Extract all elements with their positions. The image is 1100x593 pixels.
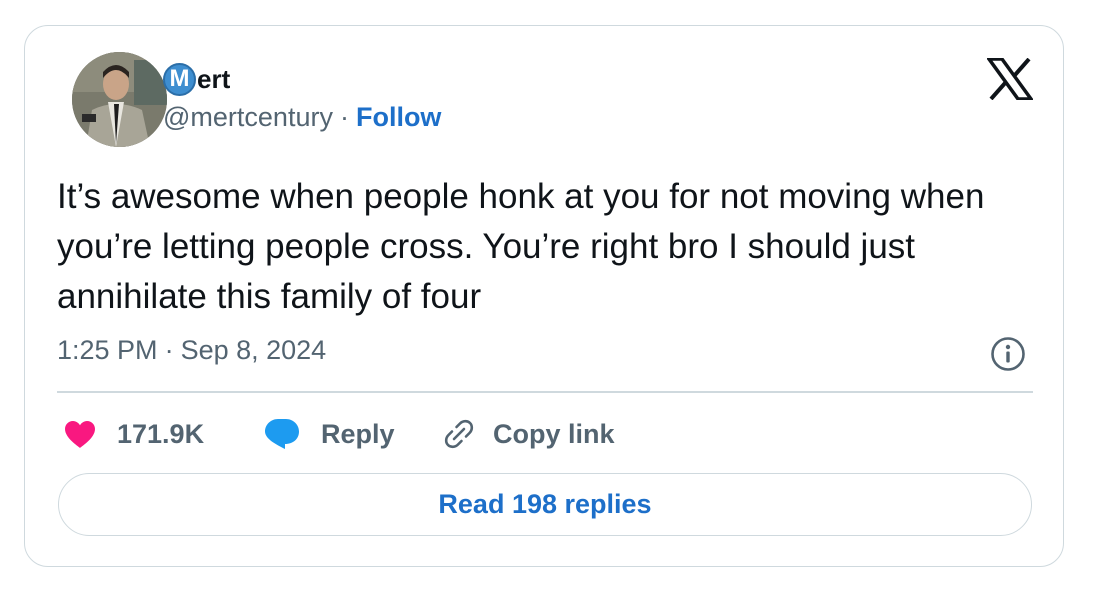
speech-bubble-icon xyxy=(265,419,299,449)
like-count: 171.9K xyxy=(117,418,205,449)
reply-label: Reply xyxy=(321,418,395,449)
author-name-initial: M xyxy=(163,62,196,96)
x-logo-icon[interactable] xyxy=(985,57,1035,101)
author-name[interactable]: M ert xyxy=(163,62,230,96)
divider xyxy=(57,391,1033,393)
timestamp-separator: · xyxy=(164,335,174,365)
tweet-date: Sep 8, 2024 xyxy=(180,335,327,365)
read-replies-button[interactable]: Read 198 replies xyxy=(58,473,1032,536)
avatar[interactable] xyxy=(72,52,167,147)
copy-link-label: Copy link xyxy=(493,418,615,449)
author-handle[interactable]: @mertcentury xyxy=(163,102,333,132)
info-icon[interactable] xyxy=(990,336,1026,372)
tweet-text: It’s awesome when people honk at you for… xyxy=(57,177,985,316)
tweet-card: M ert @mertcentury · Follow It’s awesome w… xyxy=(24,25,1064,567)
like-button[interactable]: 171.9K xyxy=(65,419,265,450)
author-name-rest: ert xyxy=(197,63,231,94)
link-icon xyxy=(444,419,474,449)
heart-icon xyxy=(65,420,95,448)
tweet-time: 1:25 PM xyxy=(57,335,158,365)
follow-button[interactable]: Follow xyxy=(356,102,441,132)
author-handle-row: @mertcentury · Follow xyxy=(163,102,441,133)
copy-link-button[interactable]: Copy link xyxy=(443,418,615,450)
handle-separator: · xyxy=(339,102,349,132)
action-bar: 171.9K Reply Copy link xyxy=(65,414,615,454)
reply-button[interactable]: Reply xyxy=(265,419,443,450)
tweet-timestamp[interactable]: 1:25 PM · Sep 8, 2024 xyxy=(57,335,326,366)
